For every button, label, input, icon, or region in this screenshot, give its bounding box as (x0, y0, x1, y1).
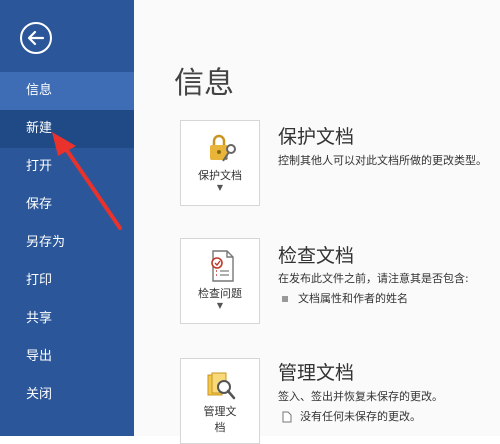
document-icon (282, 411, 292, 423)
bullet-icon (282, 296, 288, 302)
back-button[interactable] (20, 22, 52, 54)
manage-document-description: 签入、签出并恢复未保存的更改。 (278, 390, 443, 403)
sidebar-item-close[interactable]: 关闭 (0, 376, 134, 414)
backstage-sidebar: 信息 新建 打开 保存 另存为 打印 共享 导出 关闭 (0, 0, 134, 436)
page-title: 信息 (174, 66, 234, 101)
sidebar-item-print[interactable]: 打印 (0, 262, 134, 300)
sidebar-item-info[interactable]: 信息 (0, 72, 134, 110)
sidebar-item-new[interactable]: 新建 (0, 110, 134, 148)
sidebar-item-share[interactable]: 共享 (0, 300, 134, 338)
list-item: 文档属性和作者的姓名 (282, 290, 408, 306)
back-arrow-icon (27, 30, 45, 46)
inspect-document-bullet: 文档属性和作者的姓名 (298, 292, 408, 305)
inspect-document-description: 在发布此文件之前，请注意其是否包含: (278, 272, 469, 285)
inspect-document-title: 检查文档 (278, 245, 355, 267)
manage-document-button[interactable]: 管理文 档 (180, 358, 260, 444)
protect-document-button[interactable]: 保护文档 ▼ (180, 120, 260, 206)
manage-document-title: 管理文档 (278, 362, 355, 384)
chevron-down-icon: ▼ (216, 183, 224, 192)
sidebar-item-save[interactable]: 保存 (0, 186, 134, 224)
protect-document-description: 控制其他人可以对此文档所做的更改类型。 (278, 154, 487, 167)
manage-document-bullet: 没有任何未保存的更改。 (300, 410, 421, 423)
protect-document-button-label: 保护文档 (198, 169, 242, 182)
manage-document-icon (207, 372, 236, 400)
manage-document-button-label-line1: 管理文 (203, 405, 237, 418)
protect-document-title: 保护文档 (278, 126, 355, 148)
sidebar-item-export[interactable]: 导出 (0, 338, 134, 376)
check-for-issues-button-label: 检查问题 (198, 287, 242, 300)
manage-document-button-label-line2: 档 (214, 421, 226, 434)
list-item: 没有任何未保存的更改。 (282, 408, 421, 424)
sidebar-item-save-as[interactable]: 另存为 (0, 224, 134, 262)
lock-key-icon (210, 134, 236, 162)
chevron-down-icon: ▼ (216, 301, 224, 310)
check-for-issues-button[interactable]: 检查问题 ▼ (180, 238, 260, 324)
sidebar-item-open[interactable]: 打开 (0, 148, 134, 186)
inspect-document-icon (211, 250, 234, 282)
